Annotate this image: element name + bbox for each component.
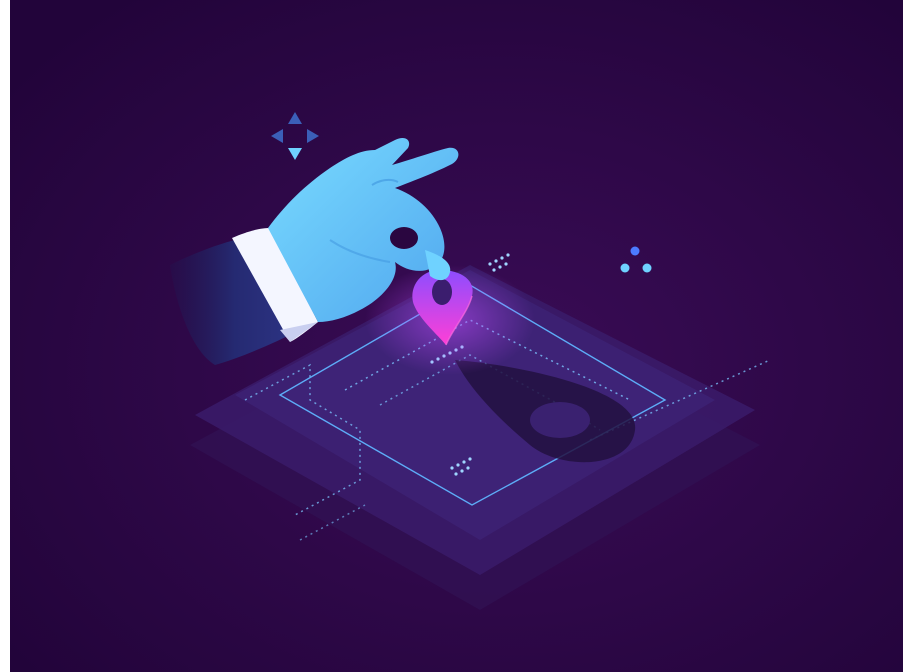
pin-shadow-hole [530, 402, 590, 438]
illustration-canvas [10, 0, 903, 672]
